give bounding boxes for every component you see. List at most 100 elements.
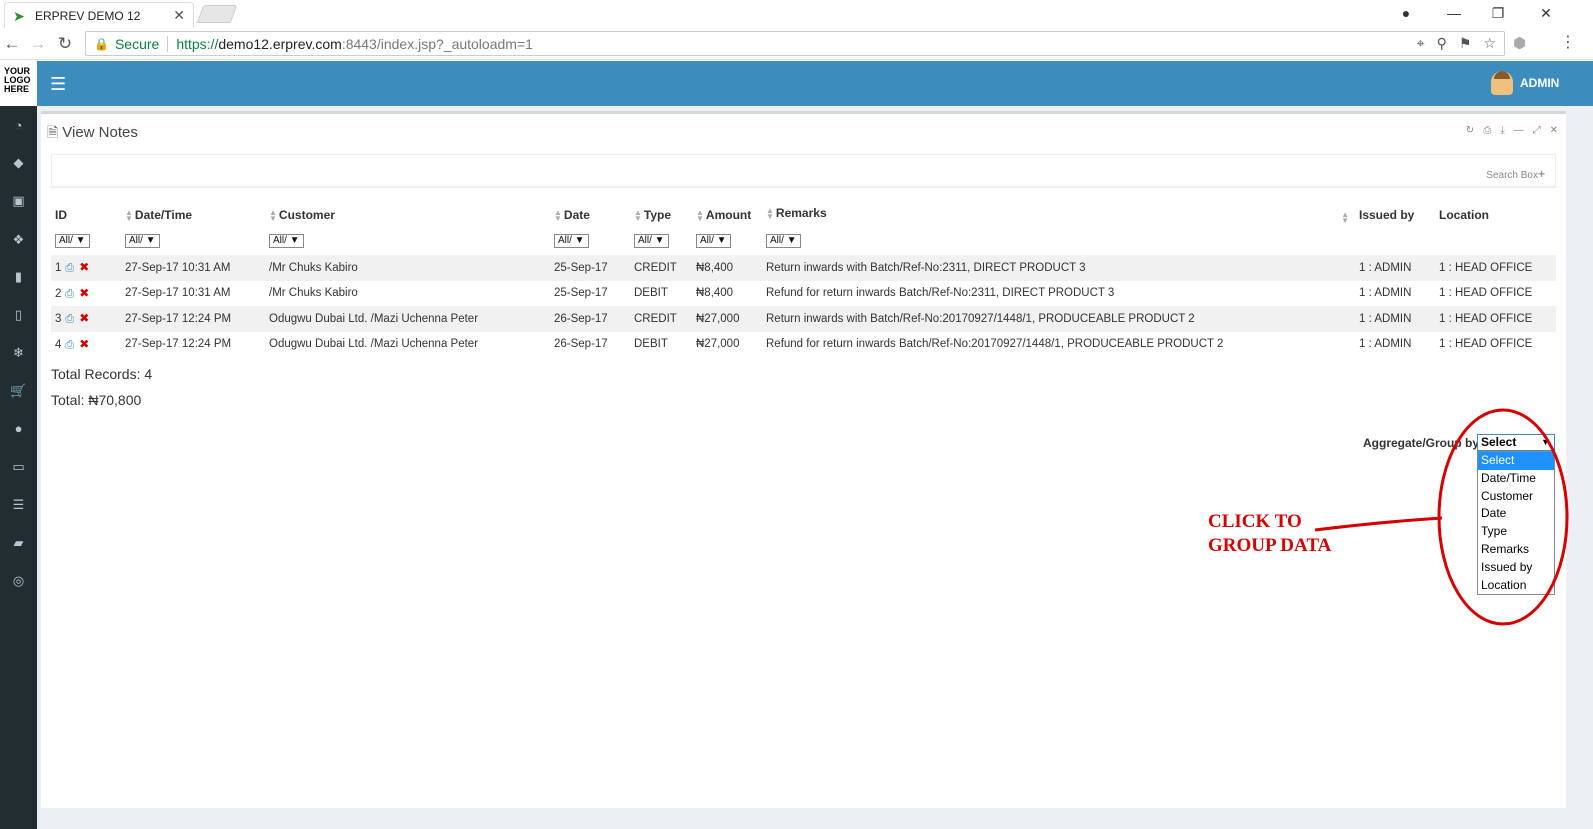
table-row[interactable]: 1 ⎙ ✖ 27-Sep-17 10:31 AM /Mr Chuks Kabiro … — [51, 255, 1556, 281]
delete-icon[interactable]: ✖ — [79, 311, 89, 325]
circle-icon[interactable]: ● — [0, 419, 37, 439]
lifebuoy-icon[interactable]: ◎ — [0, 571, 37, 591]
filter-select-amount[interactable]: All/ ▼ — [696, 234, 731, 248]
url-field[interactable]: 🔒 Secure https:// demo12.erprev.com :844… — [85, 31, 1505, 56]
delete-icon[interactable]: ✖ — [79, 337, 89, 351]
cell-location: 1 : HEAD OFFICE — [1439, 338, 1533, 351]
cell-customer-link[interactable]: Odugwu Dubai Ltd. /Mazi Uchenna Peter — [265, 332, 550, 358]
aggregate-option[interactable]: Type — [1478, 523, 1554, 541]
filter-row: All/ ▼ All/ ▼ All/ ▼ All/ ▼ All/ ▼ All/ … — [51, 227, 1556, 255]
profile-icon[interactable]: ● — [1392, 2, 1420, 24]
table-row[interactable]: 4 ⎙ ✖ 27-Sep-17 12:24 PM Odugwu Dubai Ltd.… — [51, 332, 1556, 358]
column-header-location[interactable]: Location — [1435, 203, 1556, 227]
trash-icon[interactable]: ▯ — [0, 305, 37, 325]
refresh-icon[interactable]: ↻ — [1466, 125, 1474, 136]
book-icon[interactable]: ▰ — [0, 533, 37, 553]
tag-icon[interactable]: ◆ — [0, 153, 37, 173]
total-records: Total Records: 4 — [51, 366, 153, 382]
location-icon[interactable]: ⌖ — [1417, 35, 1425, 52]
table-row[interactable]: 2 ⎙ ✖ 27-Sep-17 10:31 AM /Mr Chuks Kabiro … — [51, 281, 1556, 307]
dashboard-icon[interactable]: ◔ — [0, 116, 37, 136]
filter-select-type[interactable]: All/ ▼ — [634, 234, 669, 248]
minimize-box-icon[interactable]: — — [1514, 125, 1524, 136]
tab-close-icon[interactable]: ✕ — [173, 7, 185, 24]
filter-select-date[interactable]: All/ ▼ — [554, 234, 589, 248]
browser-tab[interactable]: ➤ ERPREV DEMO 12 ✕ — [4, 2, 194, 28]
aggregate-option[interactable]: Date/Time — [1478, 470, 1554, 488]
download-icon[interactable]: ⤓ — [1500, 125, 1504, 136]
delete-icon[interactable]: ✖ — [79, 260, 89, 274]
column-header-issued-by[interactable]: Issued by — [1355, 203, 1435, 227]
user-name[interactable]: ADMIN — [1520, 76, 1559, 90]
column-header-datetime[interactable]: ▲ ▼ Date/Time — [121, 203, 265, 227]
zoom-icon[interactable]: ⚲ — [1437, 35, 1447, 52]
row-id: 3 — [55, 313, 62, 326]
pin-icon[interactable]: ⚑ — [1459, 35, 1472, 52]
sort-icon[interactable]: ▲ ▼ — [269, 208, 277, 222]
secure-label: Secure — [114, 35, 160, 52]
aggregate-option[interactable]: Date — [1478, 505, 1554, 523]
aggregate-group-select[interactable]: Select ▼ — [1477, 434, 1555, 451]
aggregate-option[interactable]: Select — [1478, 452, 1554, 470]
sort-icon[interactable]: ▲ ▼ — [766, 206, 774, 220]
new-tab-button[interactable] — [196, 5, 238, 23]
search-box-toggle[interactable]: Search Box+ — [1486, 167, 1545, 181]
close-box-icon[interactable]: ✕ — [1550, 125, 1558, 136]
column-header-id[interactable]: ID — [51, 203, 121, 227]
browser-menu-icon[interactable]: ⋮ — [1560, 32, 1576, 52]
minimize-icon[interactable]: — — [1440, 2, 1468, 24]
sort-icon[interactable]: ▲ ▼ — [554, 208, 562, 222]
print-icon[interactable]: ⎙ — [65, 262, 74, 274]
close-window-icon[interactable]: ✕ — [1532, 2, 1560, 24]
filter-select-remarks[interactable]: All/ ▼ — [766, 234, 801, 248]
logo[interactable]: YOUR LOGO HERE — [0, 61, 37, 106]
money-icon[interactable]: ▣ — [0, 191, 37, 211]
sort-icon[interactable]: ▲ ▼ — [696, 208, 704, 222]
sort-icon[interactable]: ▲ ▼ — [1341, 211, 1349, 225]
table-row[interactable]: 3 ⎙ ✖ 27-Sep-17 12:24 PM Odugwu Dubai Ltd.… — [51, 306, 1556, 332]
snowflake-icon[interactable]: ❄ — [0, 343, 37, 363]
filter-label: All/ — [638, 235, 652, 246]
extension-icon[interactable]: ⬢ — [1513, 34, 1531, 52]
desktop-icon[interactable]: ▭ — [0, 457, 37, 477]
column-label: ID — [55, 208, 67, 222]
row-id: 4 — [55, 338, 62, 351]
print-icon[interactable]: ⎙ — [1483, 125, 1491, 136]
print-icon[interactable]: ⎙ — [65, 288, 74, 300]
back-icon[interactable]: ← — [2, 34, 22, 54]
column-header-type[interactable]: ▲ ▼ Type — [630, 203, 692, 227]
print-icon[interactable]: ⎙ — [65, 313, 74, 325]
expand-icon[interactable]: ⤢ — [1533, 125, 1541, 136]
filter-select-customer[interactable]: All/ ▼ — [269, 234, 304, 248]
sort-icon[interactable]: ▲ ▼ — [634, 208, 642, 222]
aggregate-option[interactable]: Customer — [1478, 488, 1554, 506]
column-header-amount[interactable]: ▲ ▼ Amount — [692, 203, 762, 227]
filter-select-datetime[interactable]: All/ ▼ — [125, 234, 160, 248]
menu-toggle-icon[interactable]: ☰ — [50, 74, 66, 95]
print-icon[interactable]: ⎙ — [65, 339, 74, 351]
maximize-icon[interactable]: ❐ — [1484, 2, 1512, 24]
column-header-date[interactable]: ▲ ▼ Date — [550, 203, 630, 227]
main-content: 🗎 View Notes ↻ ⎙ ⤓ — ⤢ ✕ Search Box+ ID ▲… — [37, 106, 1593, 829]
reload-icon[interactable]: ↻ — [55, 34, 75, 54]
database-icon[interactable]: ☰ — [0, 495, 37, 515]
sort-icon[interactable]: ▲ ▼ — [125, 208, 133, 222]
delete-icon[interactable]: ✖ — [79, 286, 89, 300]
aggregate-option[interactable]: Remarks — [1478, 541, 1554, 559]
avatar[interactable] — [1491, 71, 1513, 95]
cell-customer-link[interactable]: /Mr Chuks Kabiro — [265, 255, 550, 281]
aggregate-option[interactable]: Location — [1478, 577, 1554, 595]
aggregate-option[interactable]: Issued by — [1478, 559, 1554, 577]
search-box-panel: Search Box+ — [51, 154, 1556, 187]
column-header-remarks[interactable]: ▲ ▼ Remarks ▲ ▼ — [762, 203, 1355, 227]
column-label: Type — [643, 208, 672, 222]
forward-icon[interactable]: → — [28, 34, 48, 54]
cubes-icon[interactable]: ❖ — [0, 230, 37, 250]
filter-select-id[interactable]: All/ ▼ — [55, 234, 90, 248]
building-icon[interactable]: ▮ — [0, 267, 37, 287]
column-header-customer[interactable]: ▲ ▼ Customer — [265, 203, 550, 227]
cell-customer-link[interactable]: /Mr Chuks Kabiro — [265, 281, 550, 307]
cart-icon[interactable]: 🛒 — [0, 381, 37, 401]
cell-customer-link[interactable]: Odugwu Dubai Ltd. /Mazi Uchenna Peter — [265, 306, 550, 332]
bookmark-star-icon[interactable]: ☆ — [1483, 35, 1496, 52]
